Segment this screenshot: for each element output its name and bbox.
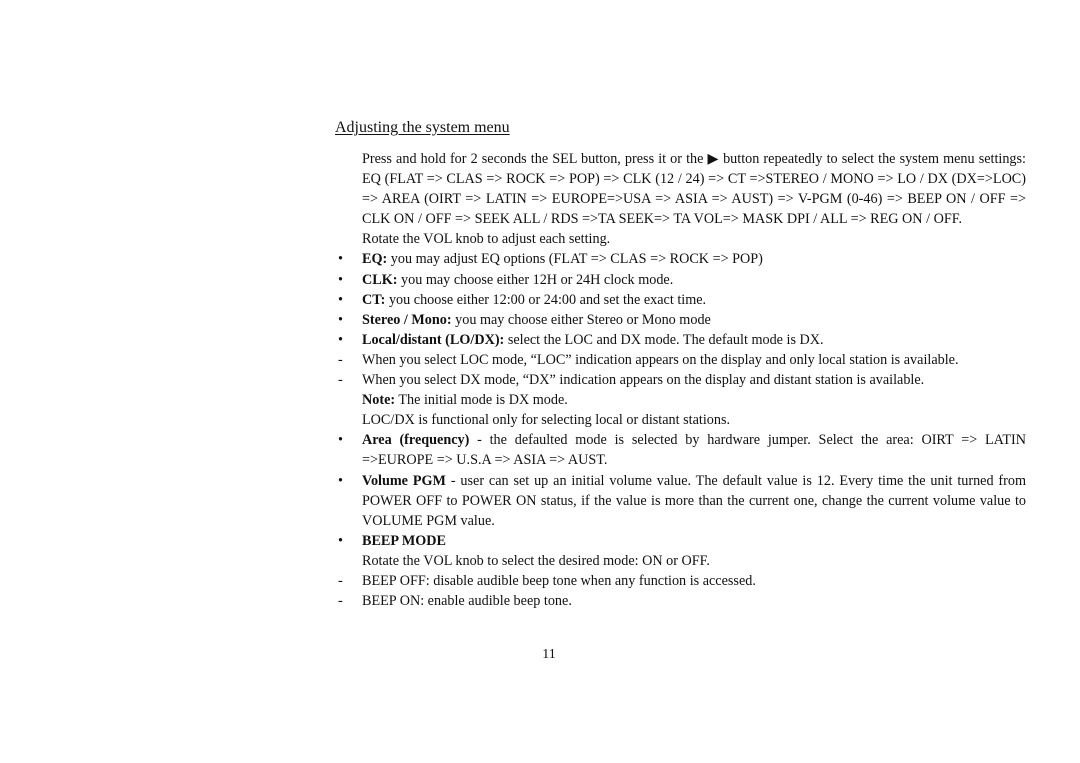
dash-marker: - <box>338 351 343 368</box>
dash-marker: - <box>338 572 343 589</box>
item-text: LOC/DX is functional only for selecting … <box>362 412 731 429</box>
bullet-marker: • <box>338 291 343 308</box>
item-text: The initial mode is DX mode. <box>395 392 568 409</box>
bullet-marker: • <box>338 311 343 328</box>
item-text: When you select LOC mode, “LOC” indicati… <box>362 351 959 368</box>
item-text: you choose either 12:00 or 24:00 and set… <box>385 291 707 308</box>
item-text: BEEP ON: enable audible beep tone. <box>362 593 572 610</box>
bullet-marker: • <box>338 432 343 449</box>
bullet-item: • Local/distant (LO/DX): select the LOC a… <box>336 330 1026 350</box>
item-label: CLK: <box>362 271 398 288</box>
item-text: you may choose either 12H or 24H clock m… <box>397 271 674 288</box>
rotate-instruction: Rotate the VOL knob to adjust each setti… <box>362 231 611 248</box>
item-label: CT: <box>362 291 386 308</box>
bullet-item: • CLK: you may choose either 12H or 24H c… <box>336 270 1026 290</box>
section-title: Adjusting the system menu <box>335 119 510 136</box>
bullet-item: • Volume PGM - user can set up an initial… <box>336 471 1026 531</box>
dash-item: - When you select LOC mode, “LOC” indicat… <box>336 350 1026 370</box>
dash-item: - BEEP OFF: disable audible beep tone whe… <box>336 571 1026 591</box>
item-label: Local/distant (LO/DX): <box>362 331 505 348</box>
settings-list: • EQ: you may adjust EQ options (FLAT => … <box>336 249 1026 611</box>
item-text: BEEP OFF: disable audible beep tone when… <box>362 572 756 589</box>
dash-marker: - <box>338 372 343 389</box>
item-label: Stereo / Mono: <box>362 311 452 328</box>
note-line: LOC/DX is functional only for selecting … <box>336 410 1026 430</box>
item-label: Note: <box>362 392 396 409</box>
item-text: Rotate the VOL knob to select the desire… <box>362 552 710 569</box>
item-text: you may adjust EQ options (FLAT => CLAS … <box>387 251 763 268</box>
bullet-item: • BEEP MODE <box>336 531 1026 551</box>
note-line: Note: The initial mode is DX mode. <box>336 390 1026 410</box>
bullet-marker: • <box>338 472 343 489</box>
bullet-marker: • <box>338 331 343 348</box>
bullet-marker: • <box>338 271 343 288</box>
item-text: select the LOC and DX mode. The default … <box>504 331 824 348</box>
item-text: you may choose either Stereo or Mono mod… <box>451 311 711 328</box>
item-label: Volume PGM <box>362 472 446 489</box>
bullet-marker: • <box>338 251 343 268</box>
dash-item: - When you select DX mode, “DX” indicatio… <box>336 370 1026 390</box>
bullet-item: • Area (frequency) - the defaulted mode i… <box>336 430 1026 470</box>
section-body: Press and hold for 2 seconds the SEL but… <box>336 149 1026 611</box>
bullet-marker: • <box>338 532 343 549</box>
dash-marker: - <box>338 593 343 610</box>
item-label: Area (frequency) <box>362 432 470 449</box>
bullet-item: • CT: you choose either 12:00 or 24:00 an… <box>336 290 1026 310</box>
item-text: - user can set up an initial volume valu… <box>362 472 1027 529</box>
bullet-item: • Stereo / Mono: you may choose either St… <box>336 310 1026 330</box>
page-number: 11 <box>542 647 556 662</box>
bullet-item: • EQ: you may adjust EQ options (FLAT => … <box>336 249 1026 269</box>
intro-paragraph: Press and hold for 2 seconds the SEL but… <box>362 151 1026 228</box>
item-label: EQ: <box>362 251 388 268</box>
note-line: Rotate the VOL knob to select the desire… <box>336 551 1026 571</box>
item-label: BEEP MODE <box>362 532 446 549</box>
item-text: When you select DX mode, “DX” indication… <box>362 372 925 389</box>
dash-item: - BEEP ON: enable audible beep tone. <box>336 591 1026 611</box>
